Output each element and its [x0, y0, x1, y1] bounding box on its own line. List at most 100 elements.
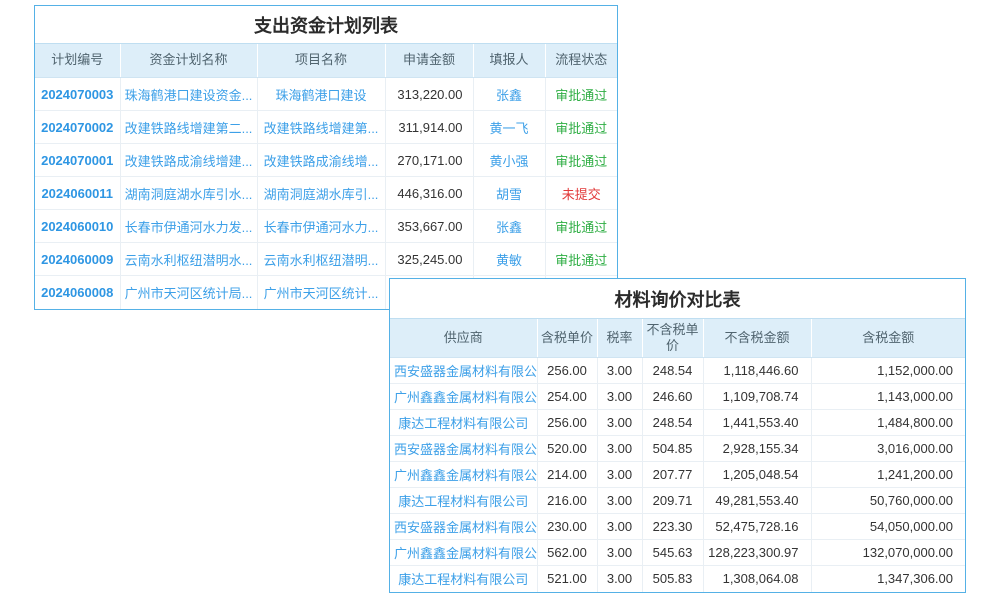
workflow-status: 审批通过: [545, 144, 617, 177]
supplier-name-link[interactable]: 西安盛器金属材料有限公司: [390, 436, 537, 462]
fund-plan-name-link[interactable]: 改建铁路线增建第二...: [120, 111, 257, 144]
fund-plan-name-link[interactable]: 长春市伊通河水力发...: [120, 210, 257, 243]
unit-price-without-tax: 248.54: [642, 410, 703, 436]
project-name-link[interactable]: 长春市伊通河水力...: [257, 210, 385, 243]
supplier-name-link[interactable]: 广州鑫鑫金属材料有限公司: [390, 462, 537, 488]
amount-without-tax: 2,928,155.34: [703, 436, 811, 462]
table-row: 广州鑫鑫金属材料有限公司254.003.00246.601,109,708.74…: [390, 384, 965, 410]
project-name-link[interactable]: 改建铁路成渝线增...: [257, 144, 385, 177]
column-header-0: 计划编号: [35, 44, 120, 78]
plan-number-link[interactable]: 2024060011: [35, 177, 120, 210]
supplier-name-link[interactable]: 广州鑫鑫金属材料有限公司: [390, 384, 537, 410]
project-name-link[interactable]: 改建铁路线增建第...: [257, 111, 385, 144]
unit-price-without-tax: 504.85: [642, 436, 703, 462]
tax-rate: 3.00: [597, 410, 642, 436]
supplier-name-link[interactable]: 康达工程材料有限公司: [390, 410, 537, 436]
request-amount: 325,245.00: [385, 243, 473, 276]
supplier-name-link[interactable]: 西安盛器金属材料有限公司: [390, 514, 537, 540]
column-header-0: 供应商: [390, 319, 537, 358]
project-name-link[interactable]: 湖南洞庭湖水库引...: [257, 177, 385, 210]
supplier-name-link[interactable]: 康达工程材料有限公司: [390, 488, 537, 514]
tax-rate: 3.00: [597, 566, 642, 592]
table-row: 西安盛器金属材料有限公司230.003.00223.3052,475,728.1…: [390, 514, 965, 540]
reporter-name: 张鑫: [473, 78, 545, 111]
plan-number-link[interactable]: 2024070003: [35, 78, 120, 111]
fund-plan-name-link[interactable]: 改建铁路成渝线增建...: [120, 144, 257, 177]
column-header-3: 申请金额: [385, 44, 473, 78]
table-row: 2024070003珠海鹤港口建设资金...珠海鹤港口建设313,220.00张…: [35, 78, 617, 111]
inquiry-header-row: 供应商含税单价税率不含税单价不含税金额含税金额: [390, 319, 965, 358]
table-row: 2024070001改建铁路成渝线增建...改建铁路成渝线增...270,171…: [35, 144, 617, 177]
request-amount: 353,667.00: [385, 210, 473, 243]
table-row: 2024070002改建铁路线增建第二...改建铁路线增建第...311,914…: [35, 111, 617, 144]
table-row: 康达工程材料有限公司216.003.00209.7149,281,553.405…: [390, 488, 965, 514]
column-header-5: 流程状态: [545, 44, 617, 78]
inquiry-table: 供应商含税单价税率不含税单价不含税金额含税金额 西安盛器金属材料有限公司256.…: [390, 319, 965, 592]
tax-rate: 3.00: [597, 384, 642, 410]
plan-number-link[interactable]: 2024060008: [35, 276, 120, 309]
table-row: 广州鑫鑫金属材料有限公司562.003.00545.63128,223,300.…: [390, 540, 965, 566]
unit-price-without-tax: 545.63: [642, 540, 703, 566]
fund-plan-name-link[interactable]: 广州市天河区统计局...: [120, 276, 257, 309]
inquiry-table-body: 西安盛器金属材料有限公司256.003.00248.541,118,446.60…: [390, 358, 965, 592]
fund-plan-name-link[interactable]: 珠海鹤港口建设资金...: [120, 78, 257, 111]
expenditure-table-title: 支出资金计划列表: [35, 6, 617, 44]
workflow-status: 审批通过: [545, 111, 617, 144]
workflow-status: 审批通过: [545, 78, 617, 111]
amount-with-tax: 1,347,306.00: [811, 566, 965, 592]
column-header-1: 资金计划名称: [120, 44, 257, 78]
tax-rate: 3.00: [597, 358, 642, 384]
supplier-name-link[interactable]: 广州鑫鑫金属材料有限公司: [390, 540, 537, 566]
expenditure-header-row: 计划编号资金计划名称项目名称申请金额填报人流程状态: [35, 44, 617, 78]
request-amount: 446,316.00: [385, 177, 473, 210]
expenditure-plan-table-panel: 支出资金计划列表 计划编号资金计划名称项目名称申请金额填报人流程状态 20240…: [34, 5, 618, 310]
amount-without-tax: 1,308,064.08: [703, 566, 811, 592]
table-row: 西安盛器金属材料有限公司256.003.00248.541,118,446.60…: [390, 358, 965, 384]
plan-number-link[interactable]: 2024060010: [35, 210, 120, 243]
tax-rate: 3.00: [597, 514, 642, 540]
unit-price-with-tax: 216.00: [537, 488, 597, 514]
project-name-link[interactable]: 珠海鹤港口建设: [257, 78, 385, 111]
plan-number-link[interactable]: 2024070002: [35, 111, 120, 144]
unit-price-with-tax: 520.00: [537, 436, 597, 462]
column-header-2: 税率: [597, 319, 642, 358]
unit-price-without-tax: 248.54: [642, 358, 703, 384]
amount-without-tax: 128,223,300.97: [703, 540, 811, 566]
project-name-link[interactable]: 广州市天河区统计...: [257, 276, 385, 309]
column-header-4: 不含税金额: [703, 319, 811, 358]
unit-price-with-tax: 562.00: [537, 540, 597, 566]
workflow-status: 审批通过: [545, 210, 617, 243]
plan-number-link[interactable]: 2024070001: [35, 144, 120, 177]
amount-without-tax: 1,441,553.40: [703, 410, 811, 436]
amount-with-tax: 3,016,000.00: [811, 436, 965, 462]
expenditure-table: 计划编号资金计划名称项目名称申请金额填报人流程状态 2024070003珠海鹤港…: [35, 44, 617, 309]
supplier-name-link[interactable]: 康达工程材料有限公司: [390, 566, 537, 592]
table-row: 2024060011湖南洞庭湖水库引水...湖南洞庭湖水库引...446,316…: [35, 177, 617, 210]
column-header-5: 含税金额: [811, 319, 965, 358]
plan-number-link[interactable]: 2024060009: [35, 243, 120, 276]
unit-price-without-tax: 209.71: [642, 488, 703, 514]
column-header-2: 项目名称: [257, 44, 385, 78]
amount-with-tax: 50,760,000.00: [811, 488, 965, 514]
amount-without-tax: 1,118,446.60: [703, 358, 811, 384]
amount-with-tax: 1,484,800.00: [811, 410, 965, 436]
tax-rate: 3.00: [597, 462, 642, 488]
table-row: 康达工程材料有限公司521.003.00505.831,308,064.081,…: [390, 566, 965, 592]
material-inquiry-table-panel: 材料询价对比表 供应商含税单价税率不含税单价不含税金额含税金额 西安盛器金属材料…: [389, 278, 966, 593]
amount-without-tax: 49,281,553.40: [703, 488, 811, 514]
reporter-name: 黄一飞: [473, 111, 545, 144]
unit-price-with-tax: 214.00: [537, 462, 597, 488]
project-name-link[interactable]: 云南水利枢纽潜明...: [257, 243, 385, 276]
request-amount: 313,220.00: [385, 78, 473, 111]
tax-rate: 3.00: [597, 540, 642, 566]
fund-plan-name-link[interactable]: 湖南洞庭湖水库引水...: [120, 177, 257, 210]
amount-with-tax: 54,050,000.00: [811, 514, 965, 540]
supplier-name-link[interactable]: 西安盛器金属材料有限公司: [390, 358, 537, 384]
table-row: 广州鑫鑫金属材料有限公司214.003.00207.771,205,048.54…: [390, 462, 965, 488]
fund-plan-name-link[interactable]: 云南水利枢纽潜明水...: [120, 243, 257, 276]
table-row: 2024060009云南水利枢纽潜明水...云南水利枢纽潜明...325,245…: [35, 243, 617, 276]
tax-rate: 3.00: [597, 488, 642, 514]
table-row: 康达工程材料有限公司256.003.00248.541,441,553.401,…: [390, 410, 965, 436]
inquiry-table-title: 材料询价对比表: [390, 279, 965, 319]
column-header-3: 不含税单价: [642, 319, 703, 358]
